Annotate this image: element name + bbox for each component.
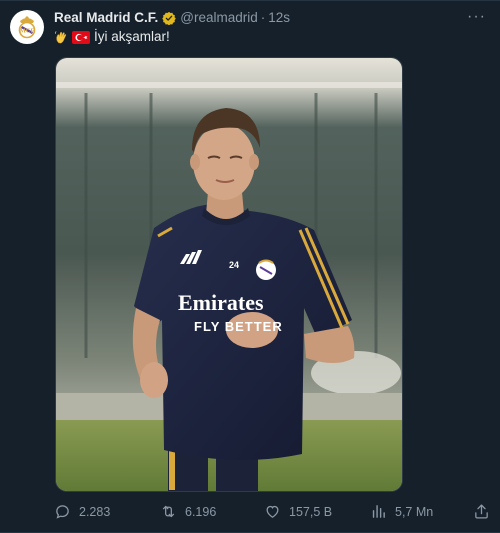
waving-hand-icon <box>54 30 69 45</box>
jersey-sponsor: Emirates <box>178 290 264 315</box>
avatar[interactable]: MCF <box>10 10 44 44</box>
svg-text:MCF: MCF <box>20 28 35 35</box>
share-button[interactable] <box>473 503 490 525</box>
views-button[interactable]: 5,7 Mn <box>370 503 433 520</box>
tweet-actions: 2.283 6.196 157,5 B 5,7 Mn <box>0 500 500 524</box>
jersey-number: 24 <box>229 260 239 270</box>
analytics-icon <box>370 503 387 520</box>
share-icon <box>473 503 490 525</box>
reply-button[interactable]: 2.283 <box>54 503 110 520</box>
account-handle[interactable]: @realmadrid <box>180 9 257 27</box>
reply-count: 2.283 <box>79 504 111 519</box>
separator-dot: · <box>260 10 266 25</box>
verified-badge-icon <box>162 11 177 25</box>
tweet-header: Real Madrid C.F. @realmadrid · 12s <box>54 9 290 27</box>
turkey-flag-icon <box>72 30 90 44</box>
real-madrid-crest-icon: MCF <box>18 16 36 39</box>
player-photo: 24 Emirates FLY BETTER <box>56 58 402 491</box>
tweet-text-content: İyi akşamlar! <box>94 29 170 44</box>
tweet-photo[interactable]: 24 Emirates FLY BETTER <box>55 57 403 492</box>
heart-icon <box>264 503 281 520</box>
repost-count: 6.196 <box>185 504 217 519</box>
reply-icon <box>54 503 71 520</box>
repost-icon <box>160 503 177 520</box>
account-name[interactable]: Real Madrid C.F. <box>54 9 158 27</box>
tweet-card[interactable]: MCF Real Madrid C.F. @realmadrid · 12s İ… <box>0 0 500 533</box>
top-divider <box>0 0 500 1</box>
view-count: 5,7 Mn <box>395 504 434 519</box>
jersey-sponsor-tagline: FLY BETTER <box>194 319 283 334</box>
like-count: 157,5 B <box>289 504 333 519</box>
timestamp[interactable]: 12s <box>268 9 290 27</box>
more-options-icon[interactable]: ··· <box>467 8 486 26</box>
tweet-text: İyi akşamlar! <box>54 28 170 46</box>
like-button[interactable]: 157,5 B <box>264 503 332 520</box>
repost-button[interactable]: 6.196 <box>160 503 216 520</box>
